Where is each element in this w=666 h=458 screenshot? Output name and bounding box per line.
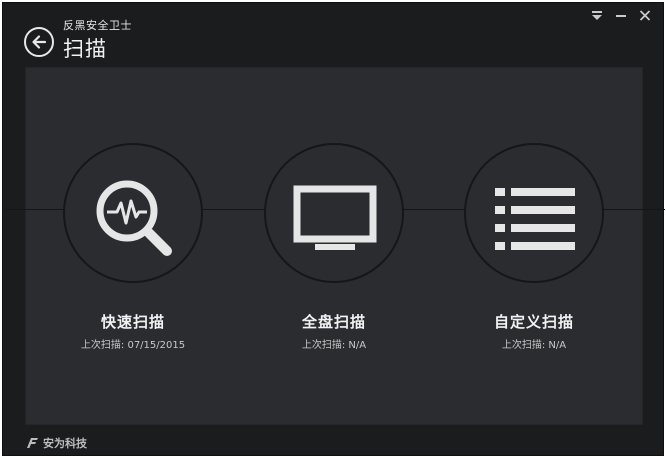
custom-scan-option[interactable]: 自定义扫描 上次扫描: N/A — [464, 143, 604, 351]
minimize-icon — [616, 15, 626, 17]
custom-scan-last: 上次扫描: N/A — [434, 336, 634, 351]
footer-brand-text: 安为科技 — [43, 437, 87, 450]
arrow-left-icon — [32, 35, 47, 49]
custom-scan-circle[interactable] — [464, 143, 604, 283]
quick-scan-option[interactable]: 快速扫描 上次扫描: 07/15/2015 — [63, 143, 203, 351]
quick-scan-circle[interactable] — [63, 143, 203, 283]
brand-logo-icon — [27, 438, 38, 448]
footer-brand: 安为科技 — [25, 435, 87, 451]
full-scan-option[interactable]: 全盘扫描 上次扫描: N/A — [264, 143, 404, 351]
magnifier-heartbeat-icon — [96, 180, 172, 256]
last-scan-prefix: 上次扫描: — [501, 340, 546, 351]
minimize-button[interactable] — [613, 9, 629, 23]
quick-scan-last: 上次扫描: 07/15/2015 — [33, 336, 233, 351]
app-window: 反黑安全卫士 扫描 快速扫描 上次扫描: 07/15/2015 全盘扫描 上次扫… — [2, 2, 665, 456]
full-scan-label: 全盘扫描 — [301, 313, 366, 331]
quick-scan-label: 快速扫描 — [100, 313, 165, 331]
window-controls — [589, 9, 653, 23]
monitor-icon — [293, 185, 377, 250]
last-scan-value: 07/15/2015 — [127, 340, 186, 351]
app-name: 反黑安全卫士 — [63, 19, 132, 32]
list-icon — [495, 188, 575, 250]
last-scan-value: N/A — [348, 340, 367, 351]
menu-button[interactable] — [589, 9, 605, 23]
full-scan-last: 上次扫描: N/A — [234, 336, 434, 351]
menu-dropdown-icon — [592, 11, 602, 20]
last-scan-value: N/A — [548, 340, 567, 351]
close-button[interactable] — [637, 9, 653, 23]
full-scan-circle[interactable] — [264, 143, 404, 283]
last-scan-prefix: 上次扫描: — [80, 340, 125, 351]
back-button[interactable] — [24, 27, 54, 57]
custom-scan-label: 自定义扫描 — [493, 313, 574, 331]
last-scan-prefix: 上次扫描: — [301, 340, 346, 351]
close-icon — [639, 10, 651, 21]
page-title: 扫描 — [63, 37, 107, 61]
